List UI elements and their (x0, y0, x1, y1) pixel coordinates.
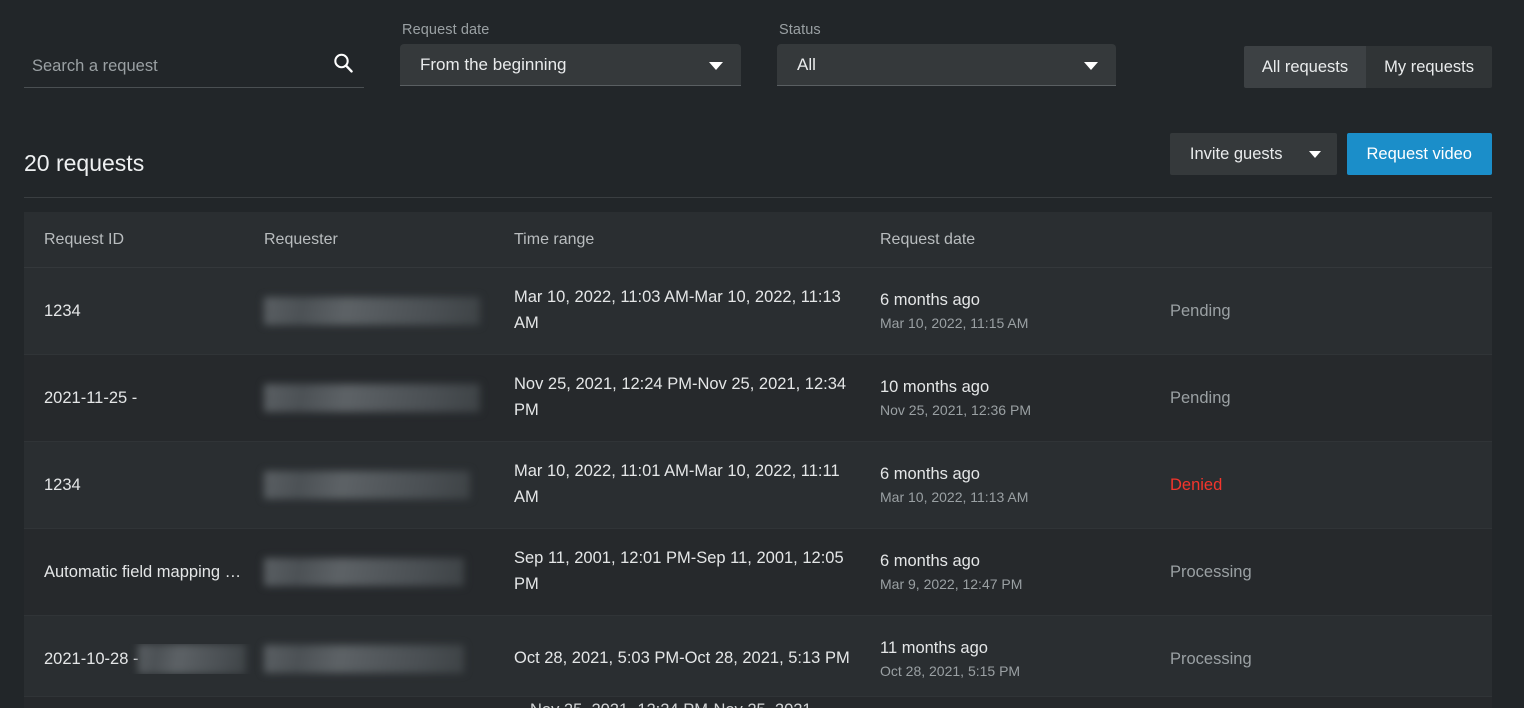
invite-guests-label: Invite guests (1189, 144, 1283, 163)
table-row-partial-next[interactable]: Nov 25, 2021, 12:24 PM-Nov 25, 2021, (24, 696, 1492, 708)
request-date-absolute: Mar 9, 2022, 12:47 PM (880, 576, 1023, 592)
request-date-select[interactable]: From the beginning (400, 44, 741, 86)
table-row[interactable]: 1234 Mar 10, 2022, 11:03 AM-Mar 10, 2022,… (24, 268, 1492, 355)
redacted-requester (264, 297, 480, 325)
request-date-absolute: Mar 10, 2022, 11:13 AM (880, 489, 1029, 505)
results-count: 20 requests (24, 150, 145, 176)
table-row[interactable]: 2021-11-25 - Nov 25, 2021, 12:24 PM-Nov … (24, 355, 1492, 442)
request-date-relative: 6 months ago (880, 465, 980, 483)
redacted-requester (264, 384, 480, 412)
column-header-request-date[interactable]: Request date (880, 231, 1170, 249)
column-header-request-id[interactable]: Request ID (24, 231, 264, 249)
cell-requester (264, 297, 514, 325)
search-field[interactable] (24, 50, 364, 88)
column-header-requester[interactable]: Requester (264, 231, 514, 249)
table-row[interactable]: 1234 Mar 10, 2022, 11:01 AM-Mar 10, 2022,… (24, 442, 1492, 529)
status-badge: Denied (1170, 475, 1223, 494)
cell-time-range: Nov 25, 2021, 12:24 PM-Nov 25, 2021, 12:… (514, 375, 847, 419)
redacted-requester (264, 471, 470, 499)
cell-request-date: 10 months ago Nov 25, 2021, 12:36 PM (880, 378, 1170, 418)
cell-request-date: 6 months ago Mar 9, 2022, 12:47 PM (880, 552, 1170, 592)
request-id-text: 2021-10-28 - (44, 649, 139, 668)
partial-row-text: Nov 25, 2021, 12:24 PM-Nov 25, 2021, (530, 701, 816, 708)
cell-time-range: Mar 10, 2022, 11:01 AM-Mar 10, 2022, 11:… (514, 462, 840, 506)
status-label: Status (779, 22, 821, 38)
cell-request-id: 1234 (24, 476, 264, 495)
request-date-relative: 11 months ago (880, 639, 988, 657)
request-date-absolute: Oct 28, 2021, 5:15 PM (880, 663, 1021, 679)
cell-request-id: 2021-10-28 - (24, 644, 264, 674)
cell-request-id: Automatic field mapping … (24, 563, 264, 582)
request-id-text: 2021-11-25 - (44, 388, 138, 407)
redacted-request-id (138, 644, 247, 674)
column-header-time-range[interactable]: Time range (514, 231, 880, 249)
table-row[interactable]: Automatic field mapping … Sep 11, 2001, 1… (24, 529, 1492, 616)
requests-page: Request date From the beginning Status A… (0, 0, 1524, 708)
request-id-text: 1234 (44, 475, 81, 494)
table-body: 1234 Mar 10, 2022, 11:03 AM-Mar 10, 2022,… (24, 268, 1492, 703)
header-actions: Invite guests Request video (1169, 133, 1492, 175)
chevron-down-icon (1084, 62, 1098, 70)
request-id-text: Automatic field mapping … (44, 562, 242, 581)
tab-all-requests[interactable]: All requests (1243, 46, 1367, 88)
scope-toggle: All requests My requests (1243, 46, 1492, 88)
cell-request-id: 2021-11-25 - (24, 383, 264, 413)
status-value: All (797, 55, 816, 74)
tab-my-requests-label: My requests (1384, 57, 1474, 76)
chevron-down-icon (709, 62, 723, 70)
request-date-relative: 6 months ago (880, 552, 980, 570)
results-header: 20 requests Invite guests Request video (24, 133, 1492, 198)
requests-table: Request ID Requester Time range Request … (24, 212, 1492, 708)
search-input[interactable] (32, 50, 322, 82)
filter-bar: Request date From the beginning Status A… (0, 0, 1524, 112)
request-video-label: Request video (1366, 144, 1473, 163)
status-badge: Processing (1170, 649, 1252, 668)
cell-request-date: 6 months ago Mar 10, 2022, 11:13 AM (880, 465, 1170, 505)
cell-requester (264, 471, 514, 499)
request-date-absolute: Mar 10, 2022, 11:15 AM (880, 315, 1029, 331)
table-row[interactable]: 2021-10-28 - Oct 28, 2021, 5:03 PM-Oct 2… (24, 616, 1492, 703)
status-badge: Pending (1170, 301, 1231, 320)
request-date-value: From the beginning (420, 55, 567, 74)
redacted-requester (264, 558, 464, 586)
search-icon[interactable] (332, 52, 354, 74)
invite-guests-button[interactable]: Invite guests (1169, 133, 1337, 175)
cell-request-date: 11 months ago Oct 28, 2021, 5:15 PM (880, 639, 1170, 679)
cell-request-id: 1234 (24, 302, 264, 321)
request-date-absolute: Nov 25, 2021, 12:36 PM (880, 402, 1031, 418)
request-id-text: 1234 (44, 301, 81, 320)
request-date-relative: 6 months ago (880, 291, 980, 309)
cell-time-range: Sep 11, 2001, 12:01 PM-Sep 11, 2001, 12:… (514, 549, 844, 593)
tab-all-requests-label: All requests (1261, 57, 1349, 76)
status-select[interactable]: All (777, 44, 1116, 86)
redacted-requester (264, 645, 464, 673)
cell-request-date: 6 months ago Mar 10, 2022, 11:15 AM (880, 291, 1170, 331)
cell-requester (264, 384, 514, 412)
cell-time-range: Mar 10, 2022, 11:03 AM-Mar 10, 2022, 11:… (514, 288, 841, 332)
request-date-label: Request date (402, 22, 490, 38)
request-video-button[interactable]: Request video (1346, 133, 1492, 175)
status-badge: Processing (1170, 562, 1252, 581)
table-header-row: Request ID Requester Time range Request … (24, 212, 1492, 268)
status-badge: Pending (1170, 388, 1231, 407)
request-date-relative: 10 months ago (880, 378, 990, 396)
cell-requester (264, 645, 514, 673)
tab-my-requests[interactable]: My requests (1366, 46, 1492, 88)
cell-time-range: Oct 28, 2021, 5:03 PM-Oct 28, 2021, 5:13… (514, 649, 850, 668)
chevron-down-icon (1308, 150, 1321, 158)
cell-requester (264, 558, 514, 586)
